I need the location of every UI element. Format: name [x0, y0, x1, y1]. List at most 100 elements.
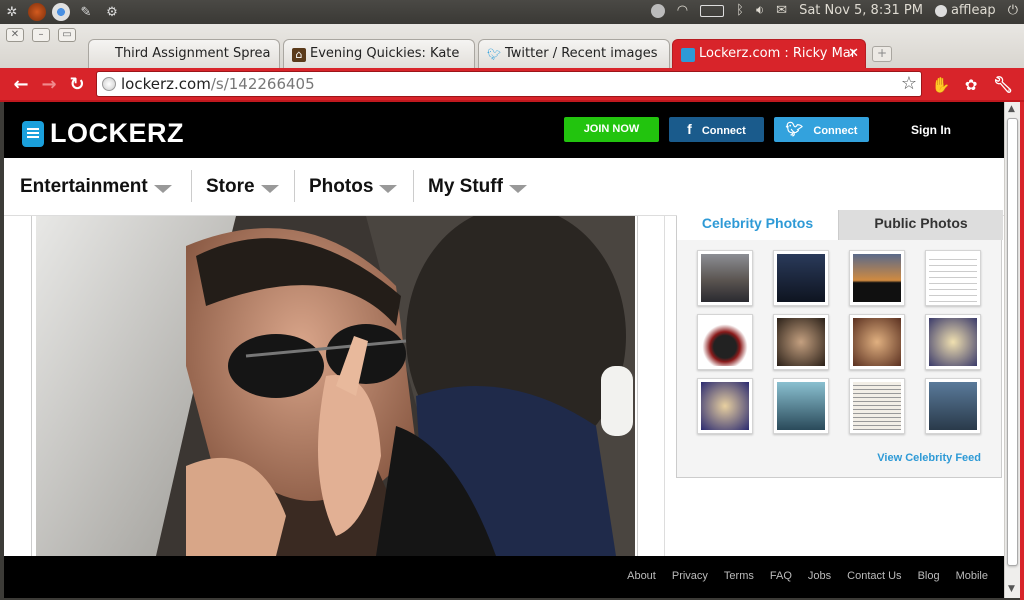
address-bar[interactable]: lockerz.com/s/142266405 ☆: [96, 71, 922, 97]
lockerz-logo-icon: [22, 120, 44, 147]
url-path: /s/142266405: [210, 75, 315, 93]
photo-thumbnail[interactable]: [849, 314, 905, 370]
twitter-connect-button[interactable]: 🐦︎ Connect: [774, 117, 869, 142]
scrollbar-thumb[interactable]: [1007, 118, 1018, 566]
footer-link-mobile[interactable]: Mobile: [956, 570, 988, 582]
facebook-connect-button[interactable]: f Connect: [669, 117, 764, 142]
nav-my-stuff[interactable]: My Stuff: [428, 176, 527, 198]
system-panel: ✲ ✎ ⚙ ◠ ᛒ 🔉︎ ✉ Sat Nov 5, 8:31 PM afflea…: [0, 0, 1024, 24]
nav-divider: [294, 170, 295, 202]
facebook-icon: f: [687, 121, 692, 137]
browser-tabstrip: ✕ – ▭ Third Assignment Sprea ⌂ Evening Q…: [0, 24, 1024, 68]
footer-link-privacy[interactable]: Privacy: [672, 570, 708, 582]
nav-entertainment[interactable]: Entertainment: [20, 176, 172, 198]
photo-thumbnail[interactable]: [697, 378, 753, 434]
twitter-bird-icon: 🐦︎: [487, 48, 501, 61]
main-nav: Entertainment Store Photos My Stuff: [4, 158, 1004, 216]
footer-link-contact[interactable]: Contact Us: [847, 570, 901, 582]
user-icon: [934, 4, 947, 17]
photo-thumbnail[interactable]: [925, 250, 981, 306]
nav-photos[interactable]: Photos: [309, 176, 398, 198]
bluetooth-icon[interactable]: ᛒ: [736, 3, 744, 18]
window-border: [1020, 102, 1024, 600]
photo-thumbnail[interactable]: [697, 314, 753, 370]
twitter-connect-label: Connect: [813, 125, 858, 137]
clock-label[interactable]: Sat Nov 5, 8:31 PM: [799, 3, 923, 18]
wifi-icon[interactable]: ◠: [677, 3, 688, 18]
status-dot-icon[interactable]: [650, 3, 665, 18]
main-photo[interactable]: [36, 216, 635, 556]
tab-lockerz[interactable]: Lockerz.com : Ricky Mar ✕: [672, 39, 866, 68]
footer-link-blog[interactable]: Blog: [918, 570, 940, 582]
text-editor-launcher-icon[interactable]: ✎: [76, 2, 96, 22]
wrench-menu-icon[interactable]: 🔧︎: [992, 74, 1014, 96]
globe-icon: [102, 77, 116, 91]
nav-divider: [191, 170, 192, 202]
photo-thumbnail[interactable]: [925, 378, 981, 434]
tab-public-photos[interactable]: Public Photos: [839, 210, 1003, 240]
nav-divider: [413, 170, 414, 202]
adblock-icon[interactable]: ✋: [930, 74, 952, 96]
scroll-down-arrow-icon[interactable]: ▼: [1008, 584, 1015, 594]
photos-sidebar: Celebrity Photos Public Photos View Cele…: [676, 210, 1003, 478]
ubuntu-menu-icon[interactable]: ✲: [2, 2, 22, 22]
nav-store[interactable]: Store: [206, 176, 279, 198]
window-minimize-button[interactable]: –: [32, 28, 50, 42]
window-maximize-button[interactable]: ▭: [58, 28, 76, 42]
tab-spreadsheet[interactable]: Third Assignment Sprea: [88, 39, 280, 68]
extension-icon[interactable]: ✿: [960, 74, 982, 96]
mail-icon[interactable]: ✉: [776, 3, 787, 18]
forward-button[interactable]: →: [38, 74, 60, 96]
photo-image: [36, 216, 635, 556]
footer-links: About Privacy Terms FAQ Jobs Contact Us …: [627, 570, 988, 582]
user-menu[interactable]: affleap: [934, 3, 996, 18]
volume-icon[interactable]: 🔉︎: [756, 3, 764, 18]
bookmark-star-icon[interactable]: ☆: [901, 73, 917, 94]
celebrity-photo-grid: View Celebrity Feed: [677, 240, 1001, 474]
sign-in-link[interactable]: Sign In: [911, 123, 951, 137]
footer-link-about[interactable]: About: [627, 570, 656, 582]
new-tab-button[interactable]: +: [872, 46, 892, 62]
lockerz-logo[interactable]: LOCKERZ: [22, 118, 184, 149]
chrome-launcher-icon[interactable]: [52, 3, 70, 21]
back-button[interactable]: ←: [10, 74, 32, 96]
tab-label: Third Assignment Sprea: [115, 46, 271, 61]
photo-thumbnail[interactable]: [773, 250, 829, 306]
window-close-button[interactable]: ✕: [6, 28, 24, 42]
footer-link-jobs[interactable]: Jobs: [808, 570, 831, 582]
join-now-button[interactable]: JOIN NOW: [564, 117, 659, 142]
tab-twitter[interactable]: 🐦︎ Twitter / Recent images: [478, 39, 670, 68]
tab-blog[interactable]: ⌂ Evening Quickies: Kate: [283, 39, 475, 68]
settings-launcher-icon[interactable]: ⚙: [102, 2, 122, 22]
site-header: LOCKERZ JOIN NOW f Connect 🐦︎ Connect Sign…: [4, 102, 1004, 158]
photo-thumbnail[interactable]: [773, 378, 829, 434]
twitter-bird-icon: 🐦︎: [785, 121, 804, 137]
photo-thumbnail[interactable]: [925, 314, 981, 370]
tab-label: Twitter / Recent images: [505, 46, 658, 61]
photo-tabs: Celebrity Photos Public Photos: [677, 210, 1003, 242]
tab-celebrity-photos[interactable]: Celebrity Photos: [677, 210, 839, 240]
reload-button[interactable]: ↻: [66, 74, 88, 96]
photo-thumbnail[interactable]: [773, 314, 829, 370]
photo-thumbnail[interactable]: [849, 378, 905, 434]
browser-toolbar: ← → ↻ lockerz.com/s/142266405 ☆ ✋ ✿ 🔧︎: [0, 68, 1024, 102]
firefox-launcher-icon[interactable]: [28, 3, 46, 21]
blog-icon: ⌂: [292, 48, 306, 62]
page-scrollbar[interactable]: ▲ ▼: [1004, 102, 1020, 598]
tab-close-icon[interactable]: ✕: [848, 46, 859, 61]
scroll-up-arrow-icon[interactable]: ▲: [1008, 104, 1015, 114]
page-content: Celebrity Photos Public Photos View Cele…: [4, 210, 1004, 556]
tab-label: Evening Quickies: Kate: [310, 46, 460, 61]
web-page: LOCKERZ JOIN NOW f Connect 🐦︎ Connect Sign…: [4, 102, 1004, 598]
nav-label: Store: [206, 176, 255, 197]
battery-icon[interactable]: [700, 4, 725, 17]
photo-thumbnail[interactable]: [697, 250, 753, 306]
power-icon[interactable]: ⏻: [1008, 3, 1018, 18]
footer-link-faq[interactable]: FAQ: [770, 570, 792, 582]
chevron-down-icon: [260, 184, 279, 193]
chevron-down-icon: [379, 184, 398, 193]
view-celebrity-feed-link[interactable]: View Celebrity Feed: [877, 452, 981, 464]
spreadsheet-icon: [97, 48, 111, 62]
photo-thumbnail[interactable]: [849, 250, 905, 306]
footer-link-terms[interactable]: Terms: [724, 570, 754, 582]
